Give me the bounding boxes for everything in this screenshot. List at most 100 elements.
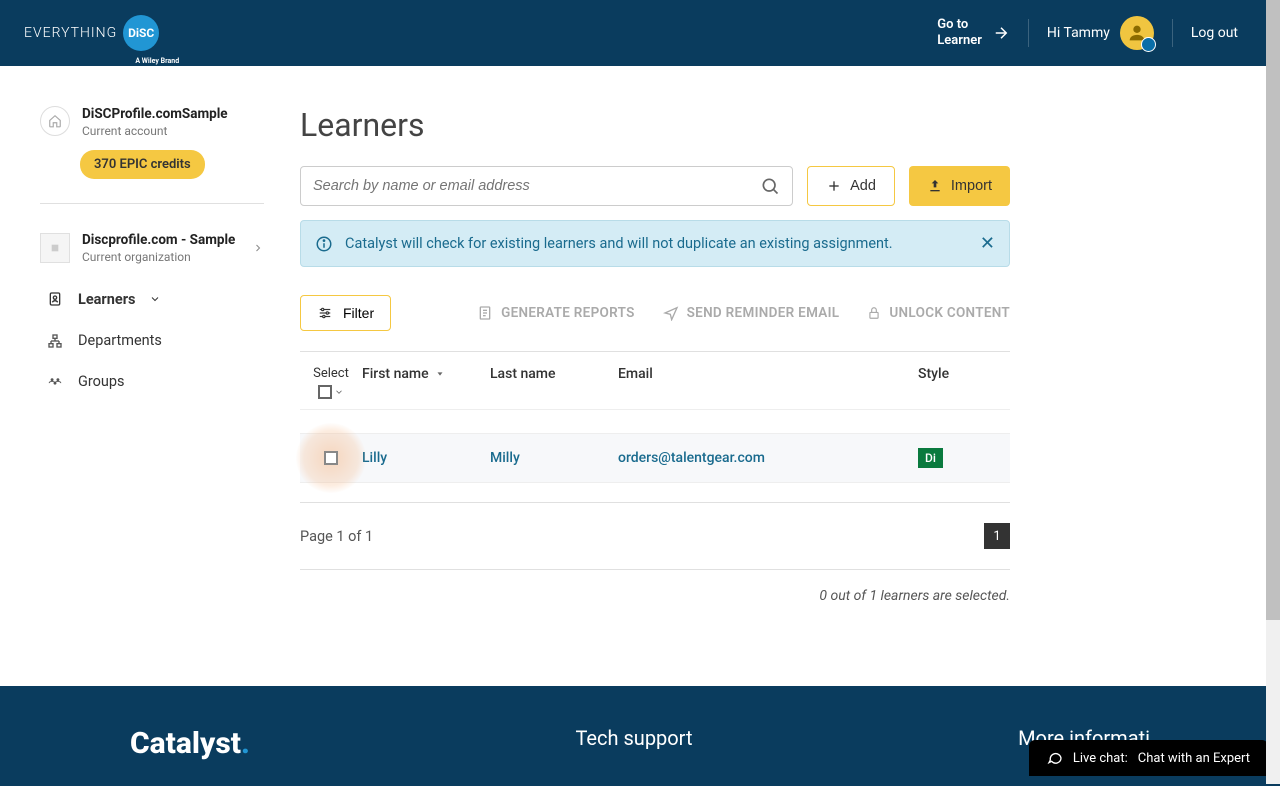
org-selector[interactable]: Discprofile.com - Sample Current organiz… [40,228,264,268]
arrow-right-icon [992,24,1010,42]
select-dropdown-icon[interactable] [334,387,344,397]
first-name-column-header[interactable]: First name [362,366,490,382]
person-badge-icon [46,290,64,308]
style-badge: Di [918,448,943,468]
page-text: Page 1 of 1 [300,528,373,545]
pagination-row: Page 1 of 1 1 [300,503,1010,570]
last-name-cell[interactable]: Milly [490,450,618,466]
actions-row: Filter GENERATE REPORTS SEND REMINDER EM… [300,295,1010,331]
logout-label: Log out [1191,25,1238,41]
select-column-header: Select [300,366,362,399]
style-column-header[interactable]: Style [918,366,998,382]
logo-disc-text: DiSC [128,26,154,40]
close-icon[interactable]: ✕ [980,233,995,254]
sidebar-item-groups[interactable]: Groups [40,361,264,402]
filter-label: Filter [343,305,374,321]
select-all-checkbox[interactable] [318,385,332,399]
style-label: Style [918,366,949,382]
row-checkbox-area [300,451,362,465]
chat-label: Live chat: [1073,751,1128,766]
send-reminder-label: SEND REMINDER EMAIL [687,305,840,321]
account-subtitle: Current account [82,124,228,138]
email-column-header[interactable]: Email [618,366,918,382]
generate-reports-button[interactable]: GENERATE REPORTS [477,305,635,321]
org-subtitle: Current organization [82,250,235,264]
style-cell: Di [918,450,998,466]
sort-icon [435,369,445,379]
footer-logo-text: Catalyst [130,726,241,761]
filter-button[interactable]: Filter [300,295,391,331]
hierarchy-icon [46,333,64,349]
row-checkbox[interactable] [324,451,338,465]
sidebar-item-departments[interactable]: Departments [40,320,264,361]
nav-learners-label: Learners [78,291,135,308]
group-icon [46,375,64,389]
search-box[interactable] [300,166,793,206]
home-icon [40,106,70,136]
nav-departments-label: Departments [78,332,162,349]
scrollbar[interactable] [1266,0,1280,784]
main-content: Learners Add Import [280,66,1040,686]
add-button[interactable]: Add [807,166,895,206]
shield-badge-icon [1141,37,1156,52]
nav-groups-label: Groups [78,373,125,390]
import-label: Import [951,178,992,194]
page-number-button[interactable]: 1 [984,523,1010,549]
unlock-content-label: UNLOCK CONTENT [889,305,1010,321]
unlock-content-button[interactable]: UNLOCK CONTENT [867,305,1010,321]
user-greeting[interactable]: Hi Tammy [1029,13,1172,53]
table-row[interactable]: Lilly Milly orders@talentgear.com Di [300,433,1010,482]
select-label: Select [300,366,362,381]
logout-link[interactable]: Log out [1173,13,1256,53]
header-right: Go to Learner Hi Tammy Log out [919,13,1256,53]
org-title: Discprofile.com - Sample [82,232,235,248]
upload-icon [927,178,943,194]
table-spacer [300,409,1010,433]
lock-icon [867,305,881,321]
send-icon [663,305,679,321]
header: EVERYTHING DiSC A Wiley Brand Go to Lear… [0,0,1280,66]
brand-logo[interactable]: EVERYTHING DiSC A Wiley Brand [24,15,159,51]
sidebar-item-learners[interactable]: Learners [40,278,264,320]
import-button[interactable]: Import [909,166,1010,206]
logo-subtext: A Wiley Brand [135,57,179,65]
table-header: Select First name Last name Email [300,352,1010,409]
first-name-cell[interactable]: Lilly [362,450,490,466]
add-label: Add [850,178,876,194]
page-title: Learners [300,106,1010,144]
email-cell[interactable]: orders@talentgear.com [618,450,918,466]
send-reminder-button[interactable]: SEND REMINDER EMAIL [663,305,840,321]
info-icon [315,235,333,253]
chat-icon [1047,750,1063,766]
avatar-icon [1120,16,1154,50]
chevron-right-icon [252,242,264,254]
last-name-label: Last name [490,366,556,382]
org-icon [40,233,70,263]
chevron-down-icon [149,293,161,305]
sidebar-divider [40,203,264,204]
credits-badge[interactable]: 370 EPIC credits [80,150,205,179]
selection-status: 0 out of 1 learners are selected. [300,588,1010,604]
logo-text: EVERYTHING [24,25,117,41]
scrollbar-thumb[interactable] [1266,0,1280,620]
chat-widget[interactable]: Live chat: Chat with an Expert [1029,740,1268,776]
search-row: Add Import [300,166,1010,206]
search-input[interactable] [313,178,760,194]
search-icon[interactable] [760,176,780,196]
first-name-label: First name [362,366,429,382]
report-icon [477,305,493,321]
sidebar: DiSCProfile.comSample Current account 37… [0,66,280,686]
info-alert: Catalyst will check for existing learner… [300,220,1010,267]
table-bottom-spacer [300,482,1010,502]
generate-reports-label: GENERATE REPORTS [501,305,635,321]
go-to-learner-label: Go to Learner [937,17,982,48]
logo-disc-icon: DiSC A Wiley Brand [123,15,159,51]
last-name-column-header[interactable]: Last name [490,366,618,382]
greeting-text: Hi Tammy [1047,25,1110,41]
account-title: DiSCProfile.comSample [82,106,228,122]
footer-tech-support[interactable]: Tech support [575,726,692,746]
footer-logo: Catalyst. [130,726,250,746]
go-to-learner-link[interactable]: Go to Learner [919,13,1028,53]
filter-icon [317,306,333,320]
chat-text: Chat with an Expert [1138,751,1250,766]
